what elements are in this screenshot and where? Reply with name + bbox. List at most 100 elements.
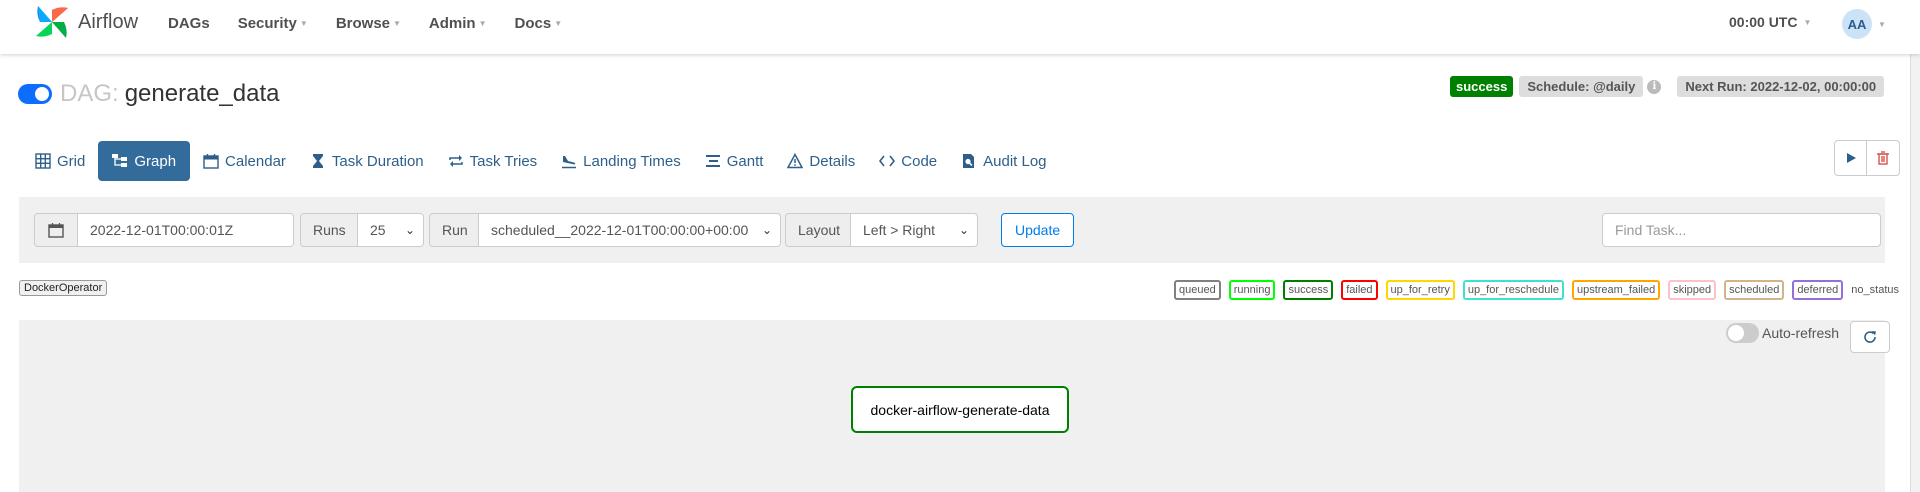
- legend-up-for-reschedule[interactable]: up_for_reschedule: [1462, 280, 1564, 300]
- dag-action-buttons: [1834, 140, 1900, 176]
- graph-canvas[interactable]: Auto-refresh docker-airflow-generate-dat…: [19, 320, 1890, 492]
- calendar-icon: [203, 154, 219, 169]
- play-icon: [1846, 153, 1856, 163]
- nav-docs[interactable]: Docs ▼: [515, 15, 563, 32]
- tab-landing-times-label: Landing Times: [583, 152, 681, 170]
- trigger-dag-button[interactable]: [1834, 140, 1867, 176]
- layout-select[interactable]: Left > Right ⌄: [851, 213, 978, 247]
- nav-dags-label: DAGs: [168, 14, 210, 32]
- find-task-input[interactable]: [1602, 213, 1881, 247]
- timezone-clock-dropdown[interactable]: 00:00 UTC ▼: [1729, 14, 1811, 30]
- tab-landing-times[interactable]: Landing Times: [550, 141, 692, 181]
- nav-admin-label: Admin: [428, 14, 476, 32]
- run-select-value: scheduled__2022-12-01T00:00:00+00:00: [491, 222, 749, 238]
- chevron-down-icon: ⌄: [404, 223, 415, 237]
- main-nav-menu: DAGs Security ▼ Browse ▼ Admin ▼ Docs ▼: [168, 0, 590, 46]
- legend-up-for-retry[interactable]: up_for_retry: [1385, 280, 1455, 300]
- dag-id-title: generate_data: [124, 80, 280, 107]
- auto-refresh-switch[interactable]: [1726, 323, 1759, 343]
- runs-select[interactable]: 25 ⌄: [358, 213, 424, 247]
- tab-grid[interactable]: Grid: [24, 141, 96, 181]
- caret-down-icon: ▼: [1803, 17, 1812, 27]
- runs-group: Runs 25 ⌄: [300, 213, 424, 247]
- tab-task-duration-label: Task Duration: [331, 152, 424, 170]
- legend-running[interactable]: running: [1228, 280, 1276, 300]
- nav-security-label: Security: [237, 14, 297, 32]
- user-menu[interactable]: AA ▼: [1842, 9, 1886, 39]
- task-node-docker-airflow-generate-data[interactable]: docker-airflow-generate-data: [851, 386, 1069, 433]
- nav-admin[interactable]: Admin ▼: [429, 15, 487, 32]
- tab-grid-label: Grid: [57, 152, 86, 170]
- graph-icon: [112, 154, 128, 167]
- legend-success[interactable]: success: [1283, 280, 1334, 300]
- caret-down-icon: ▼: [1878, 19, 1886, 29]
- plane-landing-icon: [562, 156, 577, 169]
- gantt-icon: [705, 155, 720, 167]
- nav-browse[interactable]: Browse ▼: [336, 15, 401, 32]
- caret-down-icon: ▼: [478, 18, 487, 28]
- legend-scheduled[interactable]: scheduled: [1724, 280, 1785, 300]
- date-picker-button[interactable]: [34, 213, 78, 247]
- run-select[interactable]: scheduled__2022-12-01T00:00:00+00:00 ⌄: [479, 213, 781, 247]
- nav-dags[interactable]: DAGs: [168, 15, 210, 32]
- caret-down-icon: ▼: [299, 18, 308, 28]
- warning-triangle-icon: [787, 153, 804, 169]
- runs-select-value: 25: [370, 222, 386, 238]
- info-icon[interactable]: i: [1647, 79, 1662, 94]
- tab-graph[interactable]: Graph: [98, 141, 191, 181]
- tab-task-duration[interactable]: Task Duration: [299, 141, 435, 181]
- page-scrollbar[interactable]: [1910, 0, 1920, 492]
- hourglass-icon: [312, 154, 323, 168]
- next-run-label: Next Run: 2022-12-02, 00:00:00: [1677, 76, 1885, 97]
- tab-gantt-label: Gantt: [726, 152, 764, 170]
- legend-skipped[interactable]: skipped: [1668, 280, 1717, 300]
- dag-view-tabs: Grid Graph Calendar Task Duration Task T…: [24, 141, 1060, 181]
- auto-refresh-toggle[interactable]: Auto-refresh: [1726, 323, 1839, 343]
- refresh-button[interactable]: [1850, 321, 1890, 353]
- legend-failed[interactable]: failed: [1341, 280, 1378, 300]
- legend-queued[interactable]: queued: [1174, 280, 1221, 300]
- runs-addon-label: Runs: [300, 213, 358, 247]
- tab-task-tries[interactable]: Task Tries: [437, 141, 549, 181]
- tab-details-label: Details: [809, 152, 856, 170]
- layout-select-value: Left > Right: [863, 222, 935, 238]
- layout-group: Layout Left > Right ⌄: [785, 213, 978, 247]
- dag-prefix-label: DAG:: [60, 80, 119, 107]
- nav-security[interactable]: Security ▼: [238, 15, 308, 32]
- top-navbar: Airflow DAGs Security ▼ Browse ▼ Admin ▼ Do…: [0, 0, 1920, 54]
- chevron-down-icon: ⌄: [761, 223, 772, 237]
- airflow-brand-link[interactable]: Airflow: [32, 2, 138, 42]
- tab-gantt[interactable]: Gantt: [694, 141, 775, 181]
- airflow-logo-icon: [36, 6, 68, 38]
- tab-code[interactable]: Code: [868, 141, 948, 181]
- legend-deferred[interactable]: deferred: [1792, 280, 1844, 300]
- code-icon: [879, 155, 896, 167]
- caret-down-icon: ▼: [393, 18, 401, 28]
- tab-calendar[interactable]: Calendar: [192, 141, 297, 181]
- nav-docs-label: Docs: [514, 14, 552, 32]
- update-button[interactable]: Update: [1001, 213, 1075, 247]
- operator-legend-dockeroperator[interactable]: DockerOperator: [19, 280, 108, 296]
- execution-date-group: 2022-12-01T00:00:01Z: [34, 213, 294, 247]
- brand-name: Airflow: [78, 10, 139, 33]
- tab-details[interactable]: Details: [776, 141, 866, 181]
- user-avatar: AA: [1842, 9, 1872, 39]
- repeat-icon: [448, 155, 463, 167]
- nav-browse-label: Browse: [335, 14, 390, 32]
- delete-dag-button[interactable]: [1867, 140, 1900, 176]
- dag-run-info: success Schedule: @daily i Next Run: 202…: [1450, 76, 1885, 97]
- dag-title-bar: DAG: generate_data: [18, 80, 280, 108]
- auto-refresh-label: Auto-refresh: [1762, 325, 1840, 341]
- dag-state-badge: success: [1450, 76, 1514, 97]
- execution-date-input[interactable]: 2022-12-01T00:00:01Z: [78, 213, 294, 247]
- grid-icon: [35, 153, 51, 169]
- legend-no-status[interactable]: no_status: [1851, 284, 1899, 296]
- trash-icon: [1877, 151, 1889, 165]
- graph-filter-bar: 2022-12-01T00:00:01Z Runs 25 ⌄ Run sched…: [19, 197, 1885, 263]
- calendar-icon: [48, 223, 64, 238]
- dag-pause-toggle[interactable]: [18, 84, 52, 104]
- legend-upstream-failed[interactable]: upstream_failed: [1571, 280, 1661, 300]
- clock-text: 00:00 UTC: [1729, 14, 1798, 30]
- tab-audit-log[interactable]: Audit Log: [950, 141, 1057, 181]
- layout-addon-label: Layout: [785, 213, 851, 247]
